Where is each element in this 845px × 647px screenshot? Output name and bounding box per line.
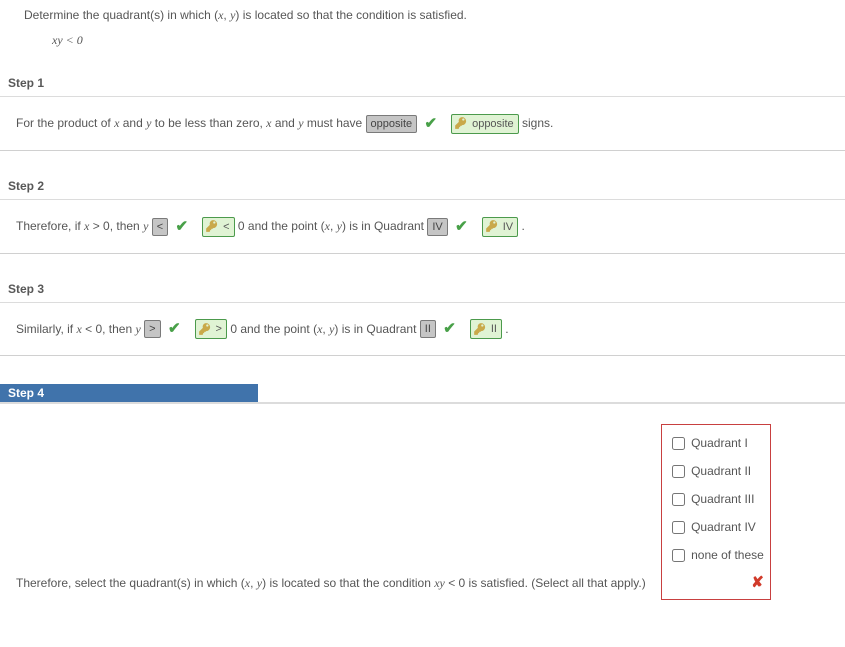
step-3-body: Similarly, if x < 0, then y > ✔ > 0 and … [0,303,845,357]
step1-answer-entered: opposite [366,115,418,133]
step3-answer2-key: II [470,319,502,339]
check-icon: ✔ [455,215,468,239]
key-icon [485,219,501,235]
checkbox-quadrant-2[interactable] [672,465,685,478]
step2-answer1-entered: < [152,218,168,236]
option-quadrant-2[interactable]: Quadrant II [668,457,764,485]
step2-answer2-key: IV [482,217,518,237]
step3-answer2-entered: II [420,320,436,338]
step2-answer2-entered: IV [427,218,447,236]
key-icon [454,116,470,132]
step-2-body: Therefore, if x > 0, then y < ✔ < 0 and … [0,200,845,254]
check-icon: ✔ [168,317,181,341]
x-icon: ✘ [751,574,764,591]
step-2-heading: Step 2 [0,179,845,200]
step3-answer1-entered: > [144,320,160,338]
option-quadrant-4[interactable]: Quadrant IV [668,513,764,541]
step-4: Step 4 Therefore, select the quadrant(s)… [0,384,845,614]
step2-answer1-key: < [202,217,234,237]
step-3: Step 3 Similarly, if x < 0, then y > ✔ >… [0,282,845,357]
step1-answer-key: opposite [451,114,519,134]
option-quadrant-3[interactable]: Quadrant III [668,485,764,513]
incorrect-mark-row: ✘ [668,569,764,595]
prompt-text: Determine the quadrant(s) in which ( [24,8,218,22]
key-icon [473,322,489,338]
key-icon [198,322,214,338]
step-3-heading: Step 3 [0,282,845,303]
step-4-heading: Step 4 [0,384,258,403]
step-1-heading: Step 1 [0,76,845,97]
option-label: Quadrant III [691,487,754,511]
checkbox-quadrant-3[interactable] [672,493,685,506]
check-icon: ✔ [176,215,189,239]
key-icon [205,219,221,235]
step-1: Step 1 For the product of x and y to be … [0,76,845,151]
step-2: Step 2 Therefore, if x > 0, then y < ✔ <… [0,179,845,254]
checkbox-none[interactable] [672,549,685,562]
step-1-body: For the product of x and y to be less th… [0,97,845,151]
checkbox-quadrant-4[interactable] [672,521,685,534]
option-label: Quadrant IV [691,515,756,539]
option-label: Quadrant II [691,459,751,483]
check-icon: ✔ [443,317,456,341]
step3-answer1-key: > [195,319,227,339]
question-prompt: Determine the quadrant(s) in which (x, y… [0,0,845,23]
step-4-body: Therefore, select the quadrant(s) in whi… [0,404,845,614]
answer-block: Quadrant I Quadrant II Quadrant III Quad… [661,424,771,600]
option-label: none of these [691,543,764,567]
option-quadrant-1[interactable]: Quadrant I [668,429,764,457]
check-icon: ✔ [424,112,437,136]
option-none[interactable]: none of these [668,541,764,569]
checkbox-quadrant-1[interactable] [672,437,685,450]
condition: xy < 0 [0,23,845,48]
option-label: Quadrant I [691,431,748,455]
